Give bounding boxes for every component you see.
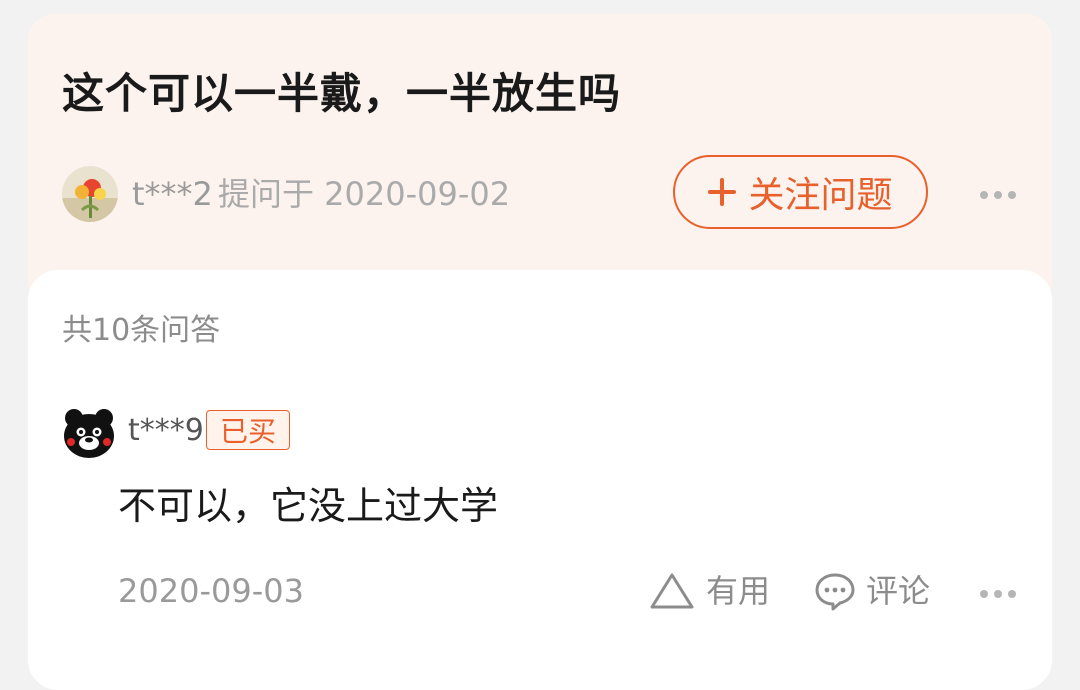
answer-more-icon[interactable] xyxy=(980,590,1016,598)
answerer-name[interactable]: t***9 xyxy=(128,411,204,451)
comment-label: 评论 xyxy=(866,572,931,610)
bought-badge: 已买 xyxy=(206,410,290,450)
asked-date: 提问于 2020-09-02 xyxy=(218,175,511,213)
follow-button-label: 关注问题 xyxy=(748,175,893,216)
question-more-icon[interactable] xyxy=(980,191,1016,199)
answer-count: 共10条问答 xyxy=(62,313,221,348)
useful-label: 有用 xyxy=(706,572,771,610)
plus-icon xyxy=(708,178,737,206)
useful-icon xyxy=(650,573,694,609)
comment-icon xyxy=(815,573,855,611)
asker-name[interactable]: t***2 xyxy=(132,174,213,214)
answerer-avatar[interactable] xyxy=(62,406,116,460)
asker-avatar[interactable] xyxy=(62,166,118,222)
follow-question-button[interactable]: 关注问题 xyxy=(673,155,928,229)
answer-date: 2020-09-03 xyxy=(118,572,304,610)
answer-text: 不可以，它没上过大学 xyxy=(118,484,499,528)
useful-button[interactable]: 有用 xyxy=(648,570,770,612)
comment-button[interactable]: 评论 xyxy=(814,570,930,612)
question-card: 这个可以一半戴，一半放生吗 t***2 提问于 2020-09-02 关注问题 xyxy=(28,14,1052,314)
answers-card: 共10条问答 t***9 已买 不可以，它没上过大学 2020-09-03 有用 xyxy=(28,270,1052,690)
question-title: 这个可以一半戴，一半放生吗 xyxy=(62,69,622,118)
